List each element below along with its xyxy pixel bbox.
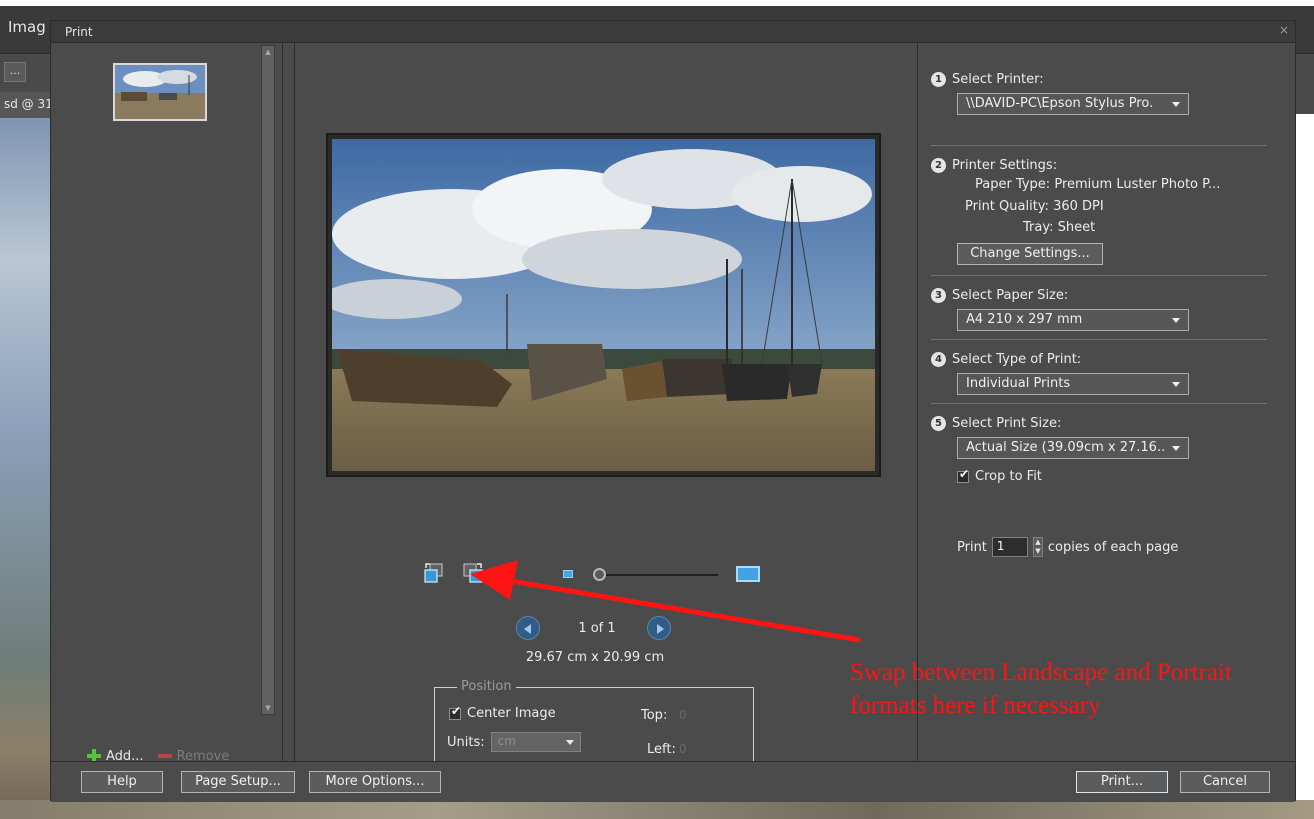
annotation-text: Swap between Landscape and Portrait form…	[850, 659, 1232, 719]
